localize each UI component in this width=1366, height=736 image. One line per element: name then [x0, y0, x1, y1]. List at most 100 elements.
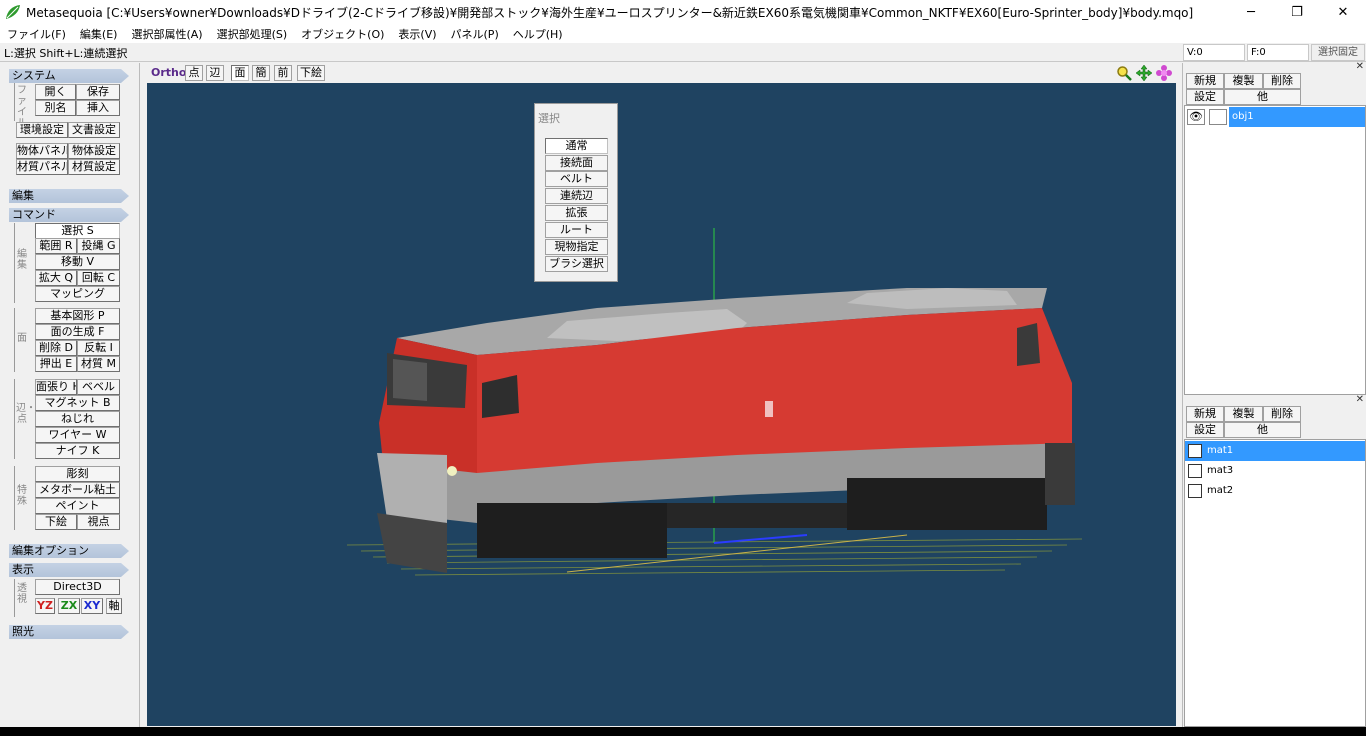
select-mode-brush[interactable]: ブラシ選択	[545, 256, 608, 272]
object-list[interactable]: 👁 obj1	[1184, 105, 1366, 395]
axis-toggle-button[interactable]: 軸	[106, 598, 122, 614]
section-command[interactable]: コマンド	[9, 208, 129, 222]
save-as-button[interactable]: 別名	[35, 100, 76, 116]
material-list[interactable]: mat1 mat3 mat2	[1184, 439, 1366, 727]
material-checkbox[interactable]	[1188, 484, 1202, 498]
env-settings-button[interactable]: 環境設定	[16, 122, 68, 138]
magnet-tool-button[interactable]: マグネット B	[35, 395, 120, 411]
zoom-icon[interactable]	[1116, 65, 1132, 81]
material-duplicate-button[interactable]: 複製	[1224, 406, 1263, 422]
mapping-tool-button[interactable]: マッピング	[35, 286, 120, 302]
underlay-view-button[interactable]: 下絵	[297, 65, 325, 81]
bevel-button[interactable]: ベベル	[77, 379, 120, 395]
object-other-button[interactable]: 他	[1224, 89, 1301, 105]
paint-tool-button[interactable]: ペイント	[35, 498, 120, 514]
menu-help[interactable]: ヘルプ(H)	[506, 26, 570, 42]
simple-display-button[interactable]: 簡	[252, 65, 270, 81]
move-tool-button[interactable]: 移動 V	[35, 254, 120, 270]
select-mode-actual[interactable]: 現物指定	[545, 239, 608, 255]
underlay-button[interactable]: 下絵	[35, 514, 77, 530]
material-settings-button[interactable]: 材質設定	[68, 159, 120, 175]
lasso-tool-button[interactable]: 投縄 G	[77, 238, 120, 254]
twist-tool-button[interactable]: ねじれ	[35, 411, 120, 427]
object-duplicate-button[interactable]: 複製	[1224, 73, 1263, 89]
section-lighting[interactable]: 照光	[9, 625, 129, 639]
viewpoint-button[interactable]: 視点	[77, 514, 120, 530]
material-checkbox[interactable]	[1188, 464, 1202, 478]
object-name[interactable]: obj1	[1229, 107, 1365, 127]
eye-icon[interactable]: 👁	[1187, 109, 1205, 125]
yz-view-button[interactable]: YZ	[35, 598, 55, 614]
select-mode-edge-loop[interactable]: 連続辺	[545, 188, 608, 204]
save-button[interactable]: 保存	[76, 84, 120, 100]
list-item[interactable]: mat3	[1185, 461, 1365, 481]
menu-selection-processing[interactable]: 選択部処理(S)	[210, 26, 295, 42]
select-tool-button[interactable]: 選択 S	[35, 223, 120, 239]
select-mode-belt[interactable]: ベルト	[545, 171, 608, 187]
menu-selection-attributes[interactable]: 選択部属性(A)	[124, 26, 209, 42]
select-mode-connected-faces[interactable]: 接続面	[545, 155, 608, 171]
vertex-display-button[interactable]: 点	[185, 65, 203, 81]
xy-view-button[interactable]: XY	[81, 598, 103, 614]
scale-tool-button[interactable]: 拡大 Q	[35, 270, 77, 286]
menu-object[interactable]: オブジェクト(O)	[294, 26, 391, 42]
doc-settings-button[interactable]: 文書設定	[68, 122, 120, 138]
section-edit[interactable]: 編集	[9, 189, 129, 203]
material-delete-button[interactable]: 削除	[1263, 406, 1301, 422]
edge-display-button[interactable]: 辺	[206, 65, 224, 81]
material-panel-button[interactable]: 材質パネル	[16, 159, 68, 175]
select-mode-route[interactable]: ルート	[545, 222, 608, 238]
wire-tool-button[interactable]: ワイヤー W	[35, 427, 120, 443]
section-system[interactable]: システム	[9, 69, 129, 83]
material-other-button[interactable]: 他	[1224, 422, 1301, 438]
list-item[interactable]: mat1	[1185, 441, 1365, 461]
section-edit-options[interactable]: 編集オプション	[9, 544, 129, 558]
menu-panel[interactable]: パネル(P)	[444, 26, 506, 42]
menu-edit[interactable]: 編集(E)	[73, 26, 125, 42]
object-delete-button[interactable]: 削除	[1263, 73, 1301, 89]
object-new-button[interactable]: 新規	[1186, 73, 1224, 89]
open-button[interactable]: 開く	[35, 84, 76, 100]
flip-tool-button[interactable]: 反転 I	[77, 340, 120, 356]
list-item[interactable]: 👁 obj1	[1185, 107, 1365, 127]
rotate-view-icon[interactable]	[1156, 65, 1172, 81]
select-mode-expand[interactable]: 拡張	[545, 205, 608, 221]
menu-view[interactable]: 表示(V)	[391, 26, 443, 42]
selection-lock-button[interactable]: 選択固定	[1311, 44, 1365, 61]
face-generate-button[interactable]: 面の生成 F	[35, 324, 120, 340]
material-checkbox[interactable]	[1188, 444, 1202, 458]
object-settings-button[interactable]: 設定	[1186, 89, 1224, 105]
rotate-tool-button[interactable]: 回転 C	[77, 270, 120, 286]
object-settings-button[interactable]: 物体設定	[68, 143, 120, 159]
maximize-button[interactable]: ❐	[1274, 0, 1320, 24]
select-mode-normal[interactable]: 通常	[545, 138, 608, 154]
pan-icon[interactable]	[1136, 65, 1152, 81]
lock-toggle[interactable]	[1209, 109, 1227, 125]
range-tool-button[interactable]: 範囲 R	[35, 238, 77, 254]
object-panel-close-icon[interactable]: ✕	[1356, 61, 1364, 72]
metaball-clay-button[interactable]: メタボール粘土	[35, 482, 120, 498]
insert-button[interactable]: 挿入	[76, 100, 120, 116]
extrude-tool-button[interactable]: 押出 E	[35, 356, 77, 372]
front-view-button[interactable]: 前	[274, 65, 292, 81]
face-display-button[interactable]: 面	[231, 65, 249, 81]
close-button[interactable]: ✕	[1320, 0, 1366, 24]
object-panel-button[interactable]: 物体パネル	[16, 143, 68, 159]
section-display[interactable]: 表示	[9, 563, 129, 577]
3d-viewport[interactable]: 選択 通常 接続面 ベルト 連続辺 拡張 ルート 現物指定 ブラシ選択	[147, 83, 1176, 726]
material-tool-button[interactable]: 材質 M	[77, 356, 120, 372]
material-settings-button[interactable]: 設定	[1186, 422, 1224, 438]
knife-tool-button[interactable]: ナイフ K	[35, 443, 120, 459]
menu-file[interactable]: ファイル(F)	[0, 26, 73, 42]
basic-shape-button[interactable]: 基本図形 P	[35, 308, 120, 324]
material-panel-close-icon[interactable]: ✕	[1356, 394, 1364, 405]
sculpt-tool-button[interactable]: 彫刻	[35, 466, 120, 482]
list-item[interactable]: mat2	[1185, 481, 1365, 501]
projection-label[interactable]: Ortho	[151, 66, 186, 79]
delete-tool-button[interactable]: 削除 D	[35, 340, 77, 356]
material-new-button[interactable]: 新規	[1186, 406, 1224, 422]
direct3d-view-button[interactable]: Direct3D	[35, 579, 120, 595]
minimize-button[interactable]: ─	[1228, 0, 1274, 24]
face-stretch-button[interactable]: 面張り H	[35, 379, 77, 395]
zx-view-button[interactable]: ZX	[58, 598, 80, 614]
